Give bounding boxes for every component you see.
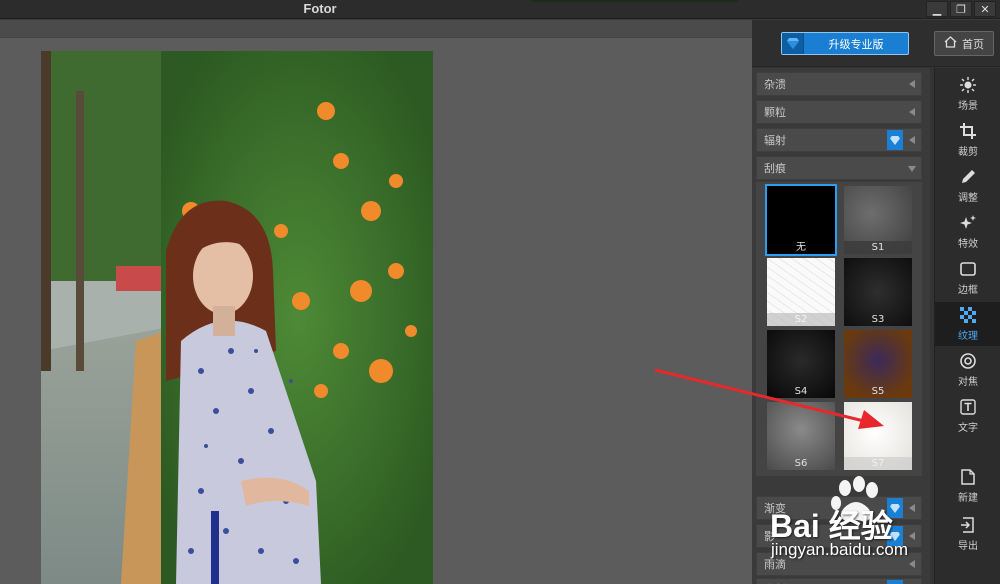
texture-thumb-s2[interactable]: S2 — [767, 258, 835, 326]
texture-thumb-none[interactable]: 无 — [765, 184, 837, 256]
collapse-arrow-icon — [909, 108, 915, 116]
panel-header-1[interactable]: 颗粒 — [756, 100, 922, 124]
panel-header-2[interactable]: 辐射 — [756, 128, 922, 152]
texture-thumb-s1[interactable]: S1 — [844, 186, 912, 254]
pencil-icon — [959, 168, 977, 186]
panel-header-expanded[interactable]: 刮痕 — [756, 156, 922, 180]
focus-icon — [959, 352, 977, 370]
texture-grid: 无 S1 S2 S3 S4 S5 S6 S7 — [756, 182, 922, 476]
texture-thumb-s5[interactable]: S5 — [844, 330, 912, 398]
tool-label: 场景 — [958, 101, 978, 112]
panel-label: 杂溃 — [764, 78, 786, 91]
home-button[interactable]: 首页 — [934, 31, 994, 56]
photo-image — [41, 51, 433, 584]
texture-thumb-s6[interactable]: S6 — [767, 402, 835, 470]
tool-adjust[interactable]: 调整 — [935, 164, 1000, 208]
texture-label: S1 — [844, 241, 912, 254]
texture-label: S2 — [767, 313, 835, 326]
texture-label: S4 — [794, 386, 808, 397]
tool-label: 裁剪 — [958, 147, 978, 158]
text-icon — [959, 398, 977, 416]
panel-label: 刮痕 — [764, 162, 786, 175]
tool-focus[interactable]: 对焦 — [935, 348, 1000, 392]
fotor-window: Fotor ▁ ❐ ✕ 升级专业版 首页 杂溃 颗粒 辐射 刮痕 无 S1 S2… — [0, 0, 1000, 584]
expand-arrow-icon — [908, 166, 916, 172]
texture-thumb-s7[interactable]: S7 — [844, 402, 912, 470]
tool-label: 特效 — [958, 239, 978, 250]
canvas-top-strip — [0, 20, 752, 38]
tool-label: 调整 — [958, 193, 978, 204]
tool-label: 对焦 — [958, 377, 978, 388]
texture-label: S3 — [871, 314, 885, 325]
diamond-icon — [782, 33, 804, 54]
tool-frame[interactable]: 边框 — [935, 256, 1000, 300]
home-icon — [944, 36, 957, 51]
tool-texture[interactable]: 纹理 — [935, 302, 1000, 346]
collapse-arrow-icon — [909, 136, 915, 144]
baidu-watermark: Bai 经验 jingyan.baidu.com — [764, 470, 1000, 584]
canvas-area[interactable] — [0, 20, 752, 584]
panel-label: 辐射 — [764, 134, 786, 147]
tool-crop[interactable]: 裁剪 — [935, 118, 1000, 162]
tool-scene[interactable]: 场景 — [935, 72, 1000, 116]
tool-label: 纹理 — [958, 331, 978, 342]
minimize-icon[interactable]: ▁ — [926, 1, 948, 17]
app-title: Fotor — [303, 1, 337, 16]
texture-label: S5 — [871, 386, 885, 397]
texture-label: S6 — [794, 458, 808, 469]
upgrade-label: 升级专业版 — [828, 37, 884, 51]
close-icon[interactable]: ✕ — [974, 1, 996, 17]
tool-label: 文字 — [958, 423, 978, 434]
texture-thumb-s3[interactable]: S3 — [844, 258, 912, 326]
texture-label: 无 — [796, 242, 806, 253]
upgrade-pro-button[interactable]: 升级专业版 — [781, 32, 909, 55]
photo-canvas[interactable] — [41, 51, 433, 584]
tool-label: 边框 — [958, 285, 978, 296]
collapse-arrow-icon — [909, 80, 915, 88]
window-controls: ▁ ❐ ✕ — [926, 1, 996, 17]
texture-thumb-s4[interactable]: S4 — [767, 330, 835, 398]
watermark-url: jingyan.baidu.com — [771, 540, 909, 559]
panel-header-0[interactable]: 杂溃 — [756, 72, 922, 96]
sun-icon — [959, 76, 977, 94]
tool-text[interactable]: 文字 — [935, 394, 1000, 438]
top-actions: 升级专业版 首页 — [752, 20, 1000, 67]
tool-effects[interactable]: 特效 — [935, 210, 1000, 254]
pro-diamond-icon — [887, 130, 903, 150]
crop-icon — [959, 122, 977, 140]
texture-label: S7 — [844, 457, 912, 470]
home-label: 首页 — [962, 37, 984, 51]
panel-label: 颗粒 — [764, 106, 786, 119]
sparkle-icon — [959, 214, 977, 232]
restore-icon[interactable]: ❐ — [950, 1, 972, 17]
texture-icon — [959, 306, 977, 324]
title-bar[interactable]: Fotor ▁ ❐ ✕ — [0, 0, 1000, 19]
frame-icon — [959, 260, 977, 278]
